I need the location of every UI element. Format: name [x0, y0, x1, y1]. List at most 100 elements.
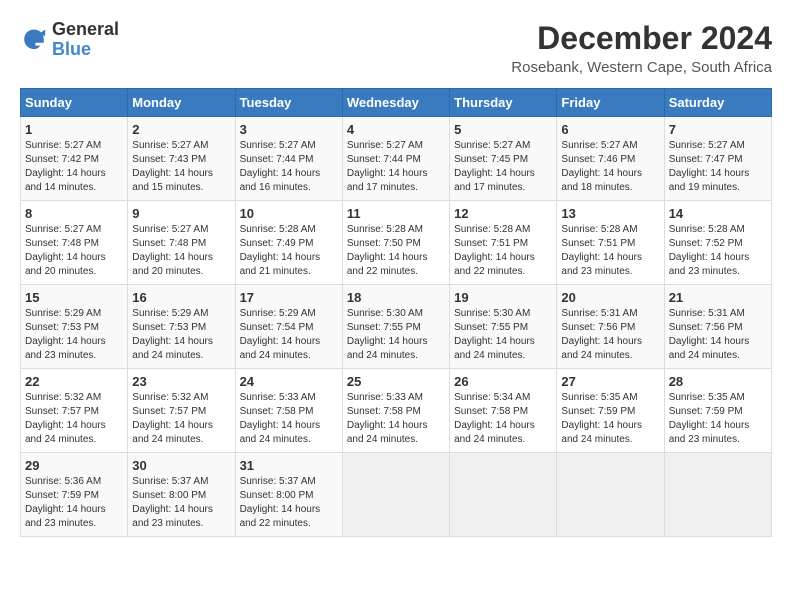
- day-info: Sunrise: 5:30 AM Sunset: 7:55 PM Dayligh…: [454, 307, 552, 363]
- day-info: Sunrise: 5:33 AM Sunset: 7:58 PM Dayligh…: [240, 391, 338, 447]
- calendar-cell: 11 Sunrise: 5:28 AM Sunset: 7:50 PM Dayl…: [342, 201, 449, 285]
- day-number: 24: [240, 374, 338, 389]
- day-number: 9: [132, 206, 230, 221]
- day-info: Sunrise: 5:36 AM Sunset: 7:59 PM Dayligh…: [25, 475, 123, 531]
- calendar-cell: 6 Sunrise: 5:27 AM Sunset: 7:46 PM Dayli…: [557, 117, 664, 201]
- calendar-cell: 7 Sunrise: 5:27 AM Sunset: 7:47 PM Dayli…: [664, 117, 771, 201]
- day-info: Sunrise: 5:27 AM Sunset: 7:44 PM Dayligh…: [240, 139, 338, 195]
- day-number: 5: [454, 122, 552, 137]
- day-number: 20: [561, 290, 659, 305]
- calendar-cell: 13 Sunrise: 5:28 AM Sunset: 7:51 PM Dayl…: [557, 201, 664, 285]
- calendar-cell: 27 Sunrise: 5:35 AM Sunset: 7:59 PM Dayl…: [557, 369, 664, 453]
- day-number: 3: [240, 122, 338, 137]
- day-number: 27: [561, 374, 659, 389]
- calendar-cell: 25 Sunrise: 5:33 AM Sunset: 7:58 PM Dayl…: [342, 369, 449, 453]
- day-number: 8: [25, 206, 123, 221]
- day-info: Sunrise: 5:35 AM Sunset: 7:59 PM Dayligh…: [561, 391, 659, 447]
- calendar-cell: 28 Sunrise: 5:35 AM Sunset: 7:59 PM Dayl…: [664, 369, 771, 453]
- day-info: Sunrise: 5:30 AM Sunset: 7:55 PM Dayligh…: [347, 307, 445, 363]
- weekday-header-saturday: Saturday: [664, 89, 771, 117]
- calendar-table: SundayMondayTuesdayWednesdayThursdayFrid…: [20, 88, 772, 537]
- day-number: 15: [25, 290, 123, 305]
- weekday-header-wednesday: Wednesday: [342, 89, 449, 117]
- day-info: Sunrise: 5:27 AM Sunset: 7:44 PM Dayligh…: [347, 139, 445, 195]
- month-title: December 2024: [511, 20, 772, 57]
- day-number: 31: [240, 458, 338, 473]
- calendar-cell: 17 Sunrise: 5:29 AM Sunset: 7:54 PM Dayl…: [235, 285, 342, 369]
- day-number: 6: [561, 122, 659, 137]
- day-number: 21: [669, 290, 767, 305]
- day-number: 28: [669, 374, 767, 389]
- title-section: December 2024 Rosebank, Western Cape, So…: [511, 20, 772, 76]
- day-info: Sunrise: 5:28 AM Sunset: 7:51 PM Dayligh…: [561, 223, 659, 279]
- calendar-cell: 20 Sunrise: 5:31 AM Sunset: 7:56 PM Dayl…: [557, 285, 664, 369]
- calendar-week-row: 22 Sunrise: 5:32 AM Sunset: 7:57 PM Dayl…: [21, 369, 772, 453]
- day-number: 16: [132, 290, 230, 305]
- day-info: Sunrise: 5:32 AM Sunset: 7:57 PM Dayligh…: [132, 391, 230, 447]
- day-number: 14: [669, 206, 767, 221]
- day-number: 11: [347, 206, 445, 221]
- page-header: General Blue December 2024 Rosebank, Wes…: [20, 20, 772, 76]
- day-info: Sunrise: 5:29 AM Sunset: 7:53 PM Dayligh…: [132, 307, 230, 363]
- day-number: 22: [25, 374, 123, 389]
- calendar-cell: 24 Sunrise: 5:33 AM Sunset: 7:58 PM Dayl…: [235, 369, 342, 453]
- day-info: Sunrise: 5:33 AM Sunset: 7:58 PM Dayligh…: [347, 391, 445, 447]
- day-number: 7: [669, 122, 767, 137]
- calendar-cell: 15 Sunrise: 5:29 AM Sunset: 7:53 PM Dayl…: [21, 285, 128, 369]
- day-info: Sunrise: 5:29 AM Sunset: 7:54 PM Dayligh…: [240, 307, 338, 363]
- day-info: Sunrise: 5:27 AM Sunset: 7:47 PM Dayligh…: [669, 139, 767, 195]
- day-info: Sunrise: 5:28 AM Sunset: 7:49 PM Dayligh…: [240, 223, 338, 279]
- calendar-cell: 1 Sunrise: 5:27 AM Sunset: 7:42 PM Dayli…: [21, 117, 128, 201]
- day-number: 30: [132, 458, 230, 473]
- day-number: 2: [132, 122, 230, 137]
- day-number: 13: [561, 206, 659, 221]
- calendar-cell: [557, 453, 664, 537]
- day-info: Sunrise: 5:35 AM Sunset: 7:59 PM Dayligh…: [669, 391, 767, 447]
- calendar-cell: 18 Sunrise: 5:30 AM Sunset: 7:55 PM Dayl…: [342, 285, 449, 369]
- day-info: Sunrise: 5:32 AM Sunset: 7:57 PM Dayligh…: [25, 391, 123, 447]
- calendar-cell: 19 Sunrise: 5:30 AM Sunset: 7:55 PM Dayl…: [450, 285, 557, 369]
- logo: General Blue: [20, 20, 119, 60]
- day-number: 19: [454, 290, 552, 305]
- day-info: Sunrise: 5:37 AM Sunset: 8:00 PM Dayligh…: [132, 475, 230, 531]
- day-info: Sunrise: 5:34 AM Sunset: 7:58 PM Dayligh…: [454, 391, 552, 447]
- day-number: 10: [240, 206, 338, 221]
- day-info: Sunrise: 5:29 AM Sunset: 7:53 PM Dayligh…: [25, 307, 123, 363]
- calendar-cell: 22 Sunrise: 5:32 AM Sunset: 7:57 PM Dayl…: [21, 369, 128, 453]
- day-info: Sunrise: 5:27 AM Sunset: 7:46 PM Dayligh…: [561, 139, 659, 195]
- calendar-week-row: 1 Sunrise: 5:27 AM Sunset: 7:42 PM Dayli…: [21, 117, 772, 201]
- calendar-cell: 30 Sunrise: 5:37 AM Sunset: 8:00 PM Dayl…: [128, 453, 235, 537]
- calendar-cell: [342, 453, 449, 537]
- calendar-cell: [450, 453, 557, 537]
- day-info: Sunrise: 5:27 AM Sunset: 7:45 PM Dayligh…: [454, 139, 552, 195]
- logo-text: General Blue: [52, 20, 119, 60]
- logo-icon: [20, 26, 48, 54]
- day-number: 29: [25, 458, 123, 473]
- day-number: 1: [25, 122, 123, 137]
- calendar-week-row: 15 Sunrise: 5:29 AM Sunset: 7:53 PM Dayl…: [21, 285, 772, 369]
- calendar-week-row: 8 Sunrise: 5:27 AM Sunset: 7:48 PM Dayli…: [21, 201, 772, 285]
- calendar-cell: [664, 453, 771, 537]
- day-number: 17: [240, 290, 338, 305]
- calendar-week-row: 29 Sunrise: 5:36 AM Sunset: 7:59 PM Dayl…: [21, 453, 772, 537]
- day-info: Sunrise: 5:27 AM Sunset: 7:48 PM Dayligh…: [25, 223, 123, 279]
- calendar-cell: 4 Sunrise: 5:27 AM Sunset: 7:44 PM Dayli…: [342, 117, 449, 201]
- day-info: Sunrise: 5:31 AM Sunset: 7:56 PM Dayligh…: [561, 307, 659, 363]
- weekday-header-row: SundayMondayTuesdayWednesdayThursdayFrid…: [21, 89, 772, 117]
- day-number: 25: [347, 374, 445, 389]
- day-number: 18: [347, 290, 445, 305]
- day-number: 12: [454, 206, 552, 221]
- day-number: 4: [347, 122, 445, 137]
- weekday-header-friday: Friday: [557, 89, 664, 117]
- weekday-header-monday: Monday: [128, 89, 235, 117]
- day-info: Sunrise: 5:27 AM Sunset: 7:43 PM Dayligh…: [132, 139, 230, 195]
- calendar-cell: 5 Sunrise: 5:27 AM Sunset: 7:45 PM Dayli…: [450, 117, 557, 201]
- calendar-cell: 3 Sunrise: 5:27 AM Sunset: 7:44 PM Dayli…: [235, 117, 342, 201]
- day-info: Sunrise: 5:28 AM Sunset: 7:52 PM Dayligh…: [669, 223, 767, 279]
- weekday-header-sunday: Sunday: [21, 89, 128, 117]
- day-info: Sunrise: 5:27 AM Sunset: 7:42 PM Dayligh…: [25, 139, 123, 195]
- day-info: Sunrise: 5:28 AM Sunset: 7:50 PM Dayligh…: [347, 223, 445, 279]
- location-title: Rosebank, Western Cape, South Africa: [511, 59, 772, 76]
- calendar-cell: 8 Sunrise: 5:27 AM Sunset: 7:48 PM Dayli…: [21, 201, 128, 285]
- calendar-cell: 21 Sunrise: 5:31 AM Sunset: 7:56 PM Dayl…: [664, 285, 771, 369]
